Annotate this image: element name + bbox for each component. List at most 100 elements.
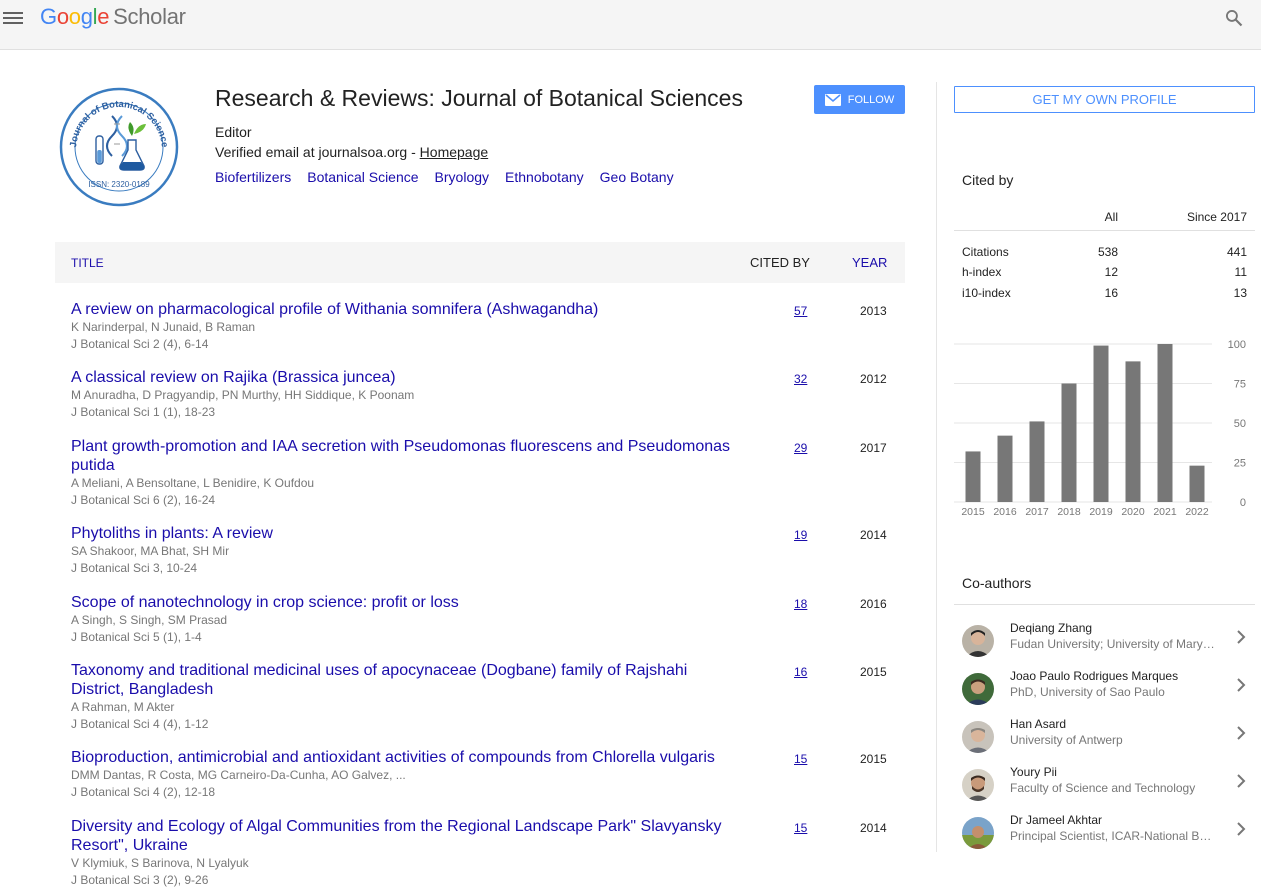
article-cited-by[interactable]: 32: [794, 372, 807, 386]
coauthor-avatar: [962, 721, 994, 753]
article-cited-by[interactable]: 18: [794, 597, 807, 611]
stats-all: 12: [1104, 265, 1118, 279]
chart-bar-2015[interactable]: [965, 451, 981, 502]
chart-x-tick-label: 2017: [1025, 506, 1049, 518]
coauthor-item[interactable]: Dr Jameel Akhtar Principal Scientist, IC…: [954, 813, 1255, 857]
homepage-link[interactable]: Homepage: [420, 144, 489, 160]
logo-letter: G: [40, 4, 57, 29]
chart-bar-2019[interactable]: [1093, 345, 1109, 502]
stats-since: 13: [1233, 286, 1247, 300]
coauthor-item[interactable]: Han Asard University of Antwerp: [954, 717, 1255, 761]
coauthors-title: Co-authors: [962, 575, 1032, 591]
stats-row-citations: Citations 538 441: [954, 245, 1255, 265]
citations-per-year-chart: 0 25 50 75 100 2015 2016 2017 2018 2019 2020 2021 20…: [954, 339, 1246, 518]
stats-table-header: All Since 2017: [954, 201, 1255, 231]
article-title[interactable]: Bioproduction, antimicrobial and antioxi…: [71, 748, 739, 767]
chart-y-tick-label: 100: [1228, 339, 1246, 351]
chart-x-tick-label: 2022: [1185, 506, 1209, 518]
get-my-own-profile-button[interactable]: GET MY OWN PROFILE: [954, 86, 1255, 113]
article-cited-by[interactable]: 57: [794, 304, 807, 318]
sort-by-title[interactable]: TITLE: [71, 256, 104, 270]
article-title[interactable]: Taxonomy and traditional medicinal uses …: [71, 661, 739, 699]
chart-x-tick-label: 2019: [1089, 506, 1113, 518]
coauthors-divider: [954, 604, 1255, 605]
article-title[interactable]: A review on pharmacological profile of W…: [71, 300, 739, 319]
interest-biofertilizers[interactable]: Biofertilizers: [215, 169, 291, 185]
table-row: Taxonomy and traditional medicinal uses …: [55, 661, 905, 748]
article-cited-by[interactable]: 15: [794, 821, 807, 835]
chart-y-tick-label: 25: [1234, 458, 1246, 470]
article-year: 2013: [860, 304, 887, 318]
sort-by-year[interactable]: YEAR: [852, 255, 887, 270]
chart-bar-2021[interactable]: [1157, 344, 1173, 502]
chart-bar-2022[interactable]: [1189, 465, 1205, 502]
stats-label: Citations: [962, 245, 1009, 259]
logo-letter: o: [68, 4, 81, 29]
article-year: 2014: [860, 528, 887, 542]
article-venue: J Botanical Sci 2 (4), 6-14: [71, 337, 209, 351]
coauthor-name: Joao Paulo Rodrigues Marques: [1010, 669, 1179, 683]
table-row: Diversity and Ecology of Algal Communiti…: [55, 817, 905, 887]
profile-name: Research & Reviews: Journal of Botanical…: [215, 85, 743, 111]
search-icon[interactable]: [1224, 8, 1244, 28]
follow-label: FOLLOW: [847, 93, 895, 106]
journal-logo: Journal of Botanical Science ISSN: 2320-…: [59, 87, 179, 207]
chart-bar-2018[interactable]: [1061, 383, 1077, 503]
article-venue: J Botanical Sci 3 (2), 9-26: [71, 873, 209, 887]
chart-y-tick-label: 75: [1234, 379, 1246, 391]
chart-bar-2017[interactable]: [1029, 421, 1045, 502]
article-authors: A Meliani, A Bensoltane, L Benidire, K O…: [71, 476, 315, 490]
coauthor-affiliation: PhD, University of Sao Paulo: [1010, 685, 1165, 699]
follow-button[interactable]: FOLLOW: [814, 85, 905, 114]
menu-icon[interactable]: [3, 10, 23, 26]
coauthor-item[interactable]: Youry Pii Faculty of Science and Technol…: [954, 765, 1255, 809]
article-title[interactable]: Phytoliths in plants: A review: [71, 524, 739, 543]
interest-ethnobotany[interactable]: Ethnobotany: [505, 169, 584, 185]
google-scholar-logo[interactable]: Google Scholar: [40, 4, 186, 30]
article-authors: SA Shakoor, MA Bhat, SH Mir: [71, 544, 230, 558]
sort-by-cited[interactable]: CITED BY: [750, 255, 810, 270]
coauthor-affiliation: University of Antwerp: [1010, 733, 1123, 747]
article-title[interactable]: A classical review on Rajika (Brassica j…: [71, 368, 739, 387]
chart-x-tick-label: 2016: [993, 506, 1017, 518]
column-divider: [936, 82, 937, 852]
article-title[interactable]: Scope of nanotechnology in crop science:…: [71, 593, 739, 612]
article-venue: J Botanical Sci 4 (4), 1-12: [71, 717, 209, 731]
table-row: Bioproduction, antimicrobial and antioxi…: [55, 748, 905, 817]
article-authors: A Singh, S Singh, SM Prasad: [71, 613, 228, 627]
chart-bar-2016[interactable]: [997, 435, 1013, 502]
logo-issn: ISSN: 2320-0189: [88, 180, 150, 189]
article-cited-by[interactable]: 19: [794, 528, 807, 542]
article-title[interactable]: Diversity and Ecology of Algal Communiti…: [71, 817, 739, 855]
article-authors: K Narinderpal, N Junaid, B Raman: [71, 320, 256, 334]
chevron-right-icon: [1237, 822, 1246, 836]
table-row: Scope of nanotechnology in crop science:…: [55, 593, 905, 661]
article-cited-by[interactable]: 15: [794, 752, 807, 766]
interest-geo-botany[interactable]: Geo Botany: [600, 169, 674, 185]
coauthor-name: Youry Pii: [1010, 765, 1057, 779]
chevron-right-icon: [1237, 630, 1246, 644]
coauthor-affiliation: Fudan University; University of Maryland: [1010, 637, 1216, 651]
article-venue: J Botanical Sci 3, 10-24: [71, 561, 198, 575]
coauthor-item[interactable]: Deqiang Zhang Fudan University; Universi…: [954, 621, 1255, 665]
cited-by-title: Cited by: [962, 172, 1014, 188]
coauthor-affiliation: Faculty of Science and Technology: [1010, 781, 1196, 795]
logo-letter: o: [56, 4, 69, 29]
interest-botanical-science[interactable]: Botanical Science: [307, 169, 418, 185]
coauthor-item[interactable]: Joao Paulo Rodrigues Marques PhD, Univer…: [954, 669, 1255, 713]
coauthor-name: Han Asard: [1010, 717, 1067, 731]
article-title[interactable]: Plant growth-promotion and IAA secretion…: [71, 437, 739, 475]
article-authors: DMM Dantas, R Costa, MG Carneiro-Da-Cunh…: [71, 768, 406, 782]
articles-list: A review on pharmacological profile of W…: [55, 300, 905, 887]
chart-bar-2020[interactable]: [1125, 361, 1141, 502]
profile-email: Verified email at journalsoa.org - Homep…: [215, 144, 488, 160]
stats-all: 538: [1097, 245, 1118, 259]
interest-bryology[interactable]: Bryology: [435, 169, 489, 185]
chevron-right-icon: [1237, 726, 1246, 740]
profile-affiliation: Editor: [215, 124, 252, 140]
stats-row-h-index: h-index 12 11: [954, 265, 1255, 285]
article-cited-by[interactable]: 29: [794, 441, 807, 455]
article-cited-by[interactable]: 16: [794, 665, 807, 679]
chart-x-tick-label: 2018: [1057, 506, 1081, 518]
coauthor-affiliation: Principal Scientist, ICAR-National Burea…: [1010, 829, 1216, 843]
